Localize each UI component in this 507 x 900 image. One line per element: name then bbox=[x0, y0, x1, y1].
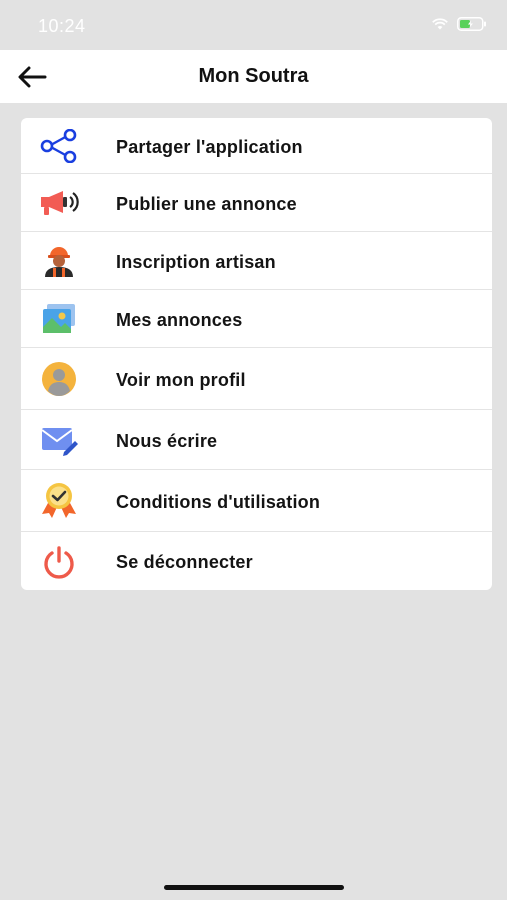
worker-icon bbox=[39, 241, 79, 281]
menu-item-contact[interactable]: Nous écrire bbox=[21, 410, 492, 470]
menu-item-my-ads[interactable]: Mes annonces bbox=[21, 290, 492, 348]
page-title: Mon Soutra bbox=[198, 65, 309, 87]
megaphone-icon bbox=[39, 183, 79, 223]
status-icons bbox=[432, 17, 487, 31]
menu-item-profile[interactable]: Voir mon profil bbox=[21, 348, 492, 410]
menu-item-artisan[interactable]: Inscription artisan bbox=[21, 232, 492, 290]
user-profile-icon bbox=[39, 359, 79, 399]
menu-item-label: Publier une annonce bbox=[116, 194, 297, 214]
menu-item-label: Nous écrire bbox=[116, 431, 218, 451]
battery-icon bbox=[457, 17, 486, 31]
status-time: 10:24 bbox=[38, 16, 86, 36]
app-header: Mon Soutra bbox=[0, 50, 507, 103]
share-icon bbox=[39, 126, 79, 166]
mail-edit-icon bbox=[39, 420, 79, 460]
status-bar: 10:24 bbox=[0, 0, 507, 50]
menu-item-terms[interactable]: Conditions d'utilisation bbox=[21, 470, 492, 532]
menu-item-logout[interactable]: Se déconnecter bbox=[21, 532, 492, 590]
menu-item-label: Partager l'application bbox=[116, 137, 303, 157]
menu-list: Partager l'application Publier une annon… bbox=[21, 118, 492, 590]
badge-check-icon bbox=[39, 480, 79, 520]
menu-item-label: Se déconnecter bbox=[116, 552, 253, 572]
menu-item-label: Conditions d'utilisation bbox=[116, 492, 321, 512]
menu-item-share[interactable]: Partager l'application bbox=[21, 118, 492, 174]
wifi-icon bbox=[432, 18, 448, 30]
menu-item-label: Inscription artisan bbox=[116, 252, 276, 272]
image-gallery-icon bbox=[39, 299, 79, 339]
menu-item-label: Voir mon profil bbox=[116, 370, 246, 390]
power-icon bbox=[39, 542, 79, 582]
home-indicator bbox=[164, 885, 344, 890]
menu-item-publish[interactable]: Publier une annonce bbox=[21, 174, 492, 232]
menu-item-label: Mes annonces bbox=[116, 310, 243, 330]
